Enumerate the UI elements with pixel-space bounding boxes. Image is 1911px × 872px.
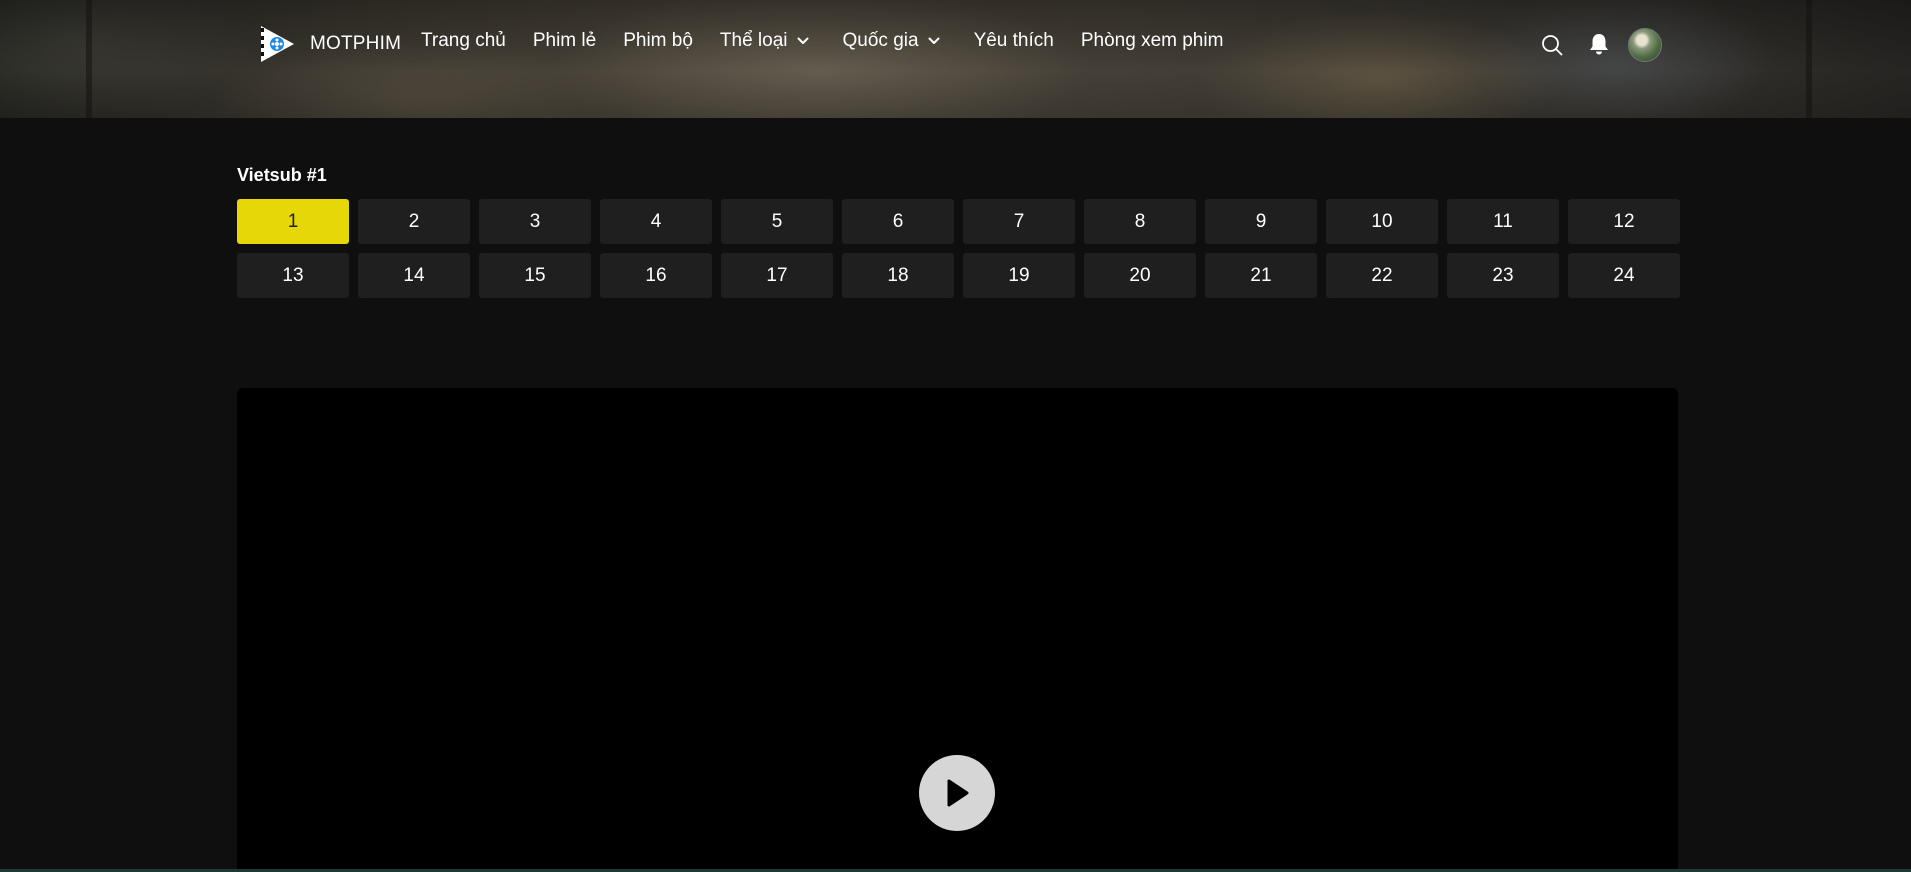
top-navigation: MOTPHIM Trang chủ Phim lẻ Phim bộ Thể lo…	[0, 0, 1911, 86]
episode-button[interactable]: 9	[1205, 199, 1317, 244]
episode-button[interactable]: 20	[1084, 253, 1196, 298]
episode-list: 1 2 3 4 5 6 7 8 9 10 11 12 13 14 15 16 17 18 19 20 21 22 23 24	[237, 199, 1680, 298]
episode-button[interactable]: 10	[1326, 199, 1438, 244]
nav-item-watch-room[interactable]: Phòng xem phim	[1081, 30, 1224, 52]
nav-item-genres[interactable]: Thể loại	[720, 30, 809, 52]
episode-button[interactable]: 15	[479, 253, 591, 298]
nav-item-series[interactable]: Phim bộ	[623, 30, 693, 52]
search-icon[interactable]	[1541, 34, 1563, 56]
nav-item-label: Quốc gia	[842, 30, 919, 51]
episode-button[interactable]: 24	[1568, 253, 1680, 298]
episode-button[interactable]: 1	[237, 199, 349, 244]
episode-button[interactable]: 19	[963, 253, 1075, 298]
episode-button[interactable]: 6	[842, 199, 954, 244]
play-button[interactable]	[919, 755, 995, 831]
episode-button[interactable]: 13	[237, 253, 349, 298]
nav-item-label: Phim bộ	[623, 30, 693, 51]
nav-item-favorites[interactable]: Yêu thích	[974, 30, 1054, 52]
nav-item-label: Phòng xem phim	[1080, 30, 1224, 51]
episode-button[interactable]: 23	[1447, 253, 1559, 298]
episode-button[interactable]: 21	[1205, 253, 1317, 298]
avatar[interactable]	[1628, 28, 1662, 62]
bell-icon[interactable]	[1588, 32, 1610, 56]
episode-button[interactable]: 16	[600, 253, 712, 298]
nav-item-label: Phim lẻ	[532, 30, 597, 51]
episode-button[interactable]: 2	[358, 199, 470, 244]
episode-button[interactable]: 14	[358, 253, 470, 298]
episode-button[interactable]: 5	[721, 199, 833, 244]
episode-button[interactable]: 7	[963, 199, 1075, 244]
nav-item-countries[interactable]: Quốc gia	[843, 30, 940, 52]
episode-button[interactable]: 11	[1447, 199, 1559, 244]
chevron-down-icon	[928, 37, 940, 44]
logo-icon	[261, 26, 294, 62]
chevron-down-icon	[797, 37, 809, 44]
nav-item-label: Thể loại	[719, 30, 788, 51]
nav-item-movies[interactable]: Phim lẻ	[533, 30, 596, 52]
video-player[interactable]	[237, 388, 1678, 872]
episode-button[interactable]: 8	[1084, 199, 1196, 244]
brand-name: MOTPHIM	[310, 33, 402, 54]
play-icon	[947, 779, 969, 807]
episode-button[interactable]: 4	[600, 199, 712, 244]
nav-item-label: Yêu thích	[973, 30, 1054, 51]
episode-button[interactable]: 18	[842, 253, 954, 298]
episode-button[interactable]: 17	[721, 253, 833, 298]
episode-button[interactable]: 3	[479, 199, 591, 244]
nav-item-label: Trang chủ	[421, 30, 506, 51]
brand-logo[interactable]: MOTPHIM	[258, 24, 401, 64]
episode-button[interactable]: 12	[1568, 199, 1680, 244]
main-menu: Trang chủ Phim lẻ Phim bộ Thể loại Quốc …	[421, 30, 1250, 52]
server-label: Vietsub #1	[237, 165, 327, 185]
nav-item-home[interactable]: Trang chủ	[421, 30, 506, 52]
episode-button[interactable]: 22	[1326, 253, 1438, 298]
